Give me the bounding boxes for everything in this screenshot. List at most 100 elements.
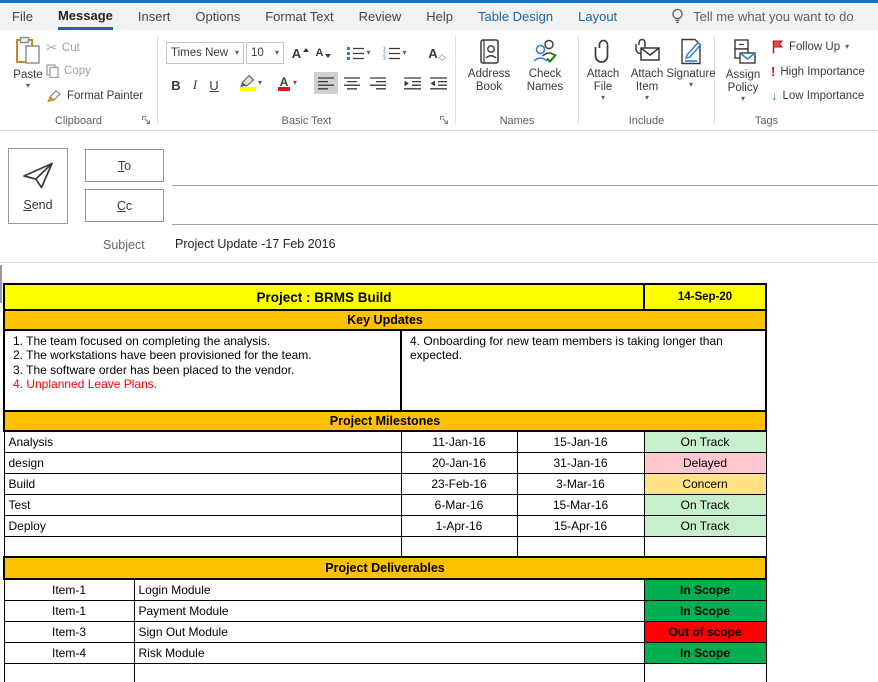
tab-layout[interactable]: Layout [578, 3, 617, 30]
align-right-button[interactable] [366, 72, 390, 94]
deliverable-name-cell[interactable]: Sign Out Module [134, 621, 644, 642]
deliverable-name-cell[interactable]: Risk Module [134, 642, 644, 663]
align-left-button[interactable] [314, 72, 338, 94]
milestone-start-cell[interactable]: 6-Mar-16 [401, 494, 517, 515]
empty-cell[interactable] [644, 663, 766, 682]
highlight-color-button[interactable]: ▾ [234, 72, 266, 94]
to-input[interactable] [172, 185, 878, 186]
empty-cell[interactable] [644, 536, 766, 557]
key-updates-right-cell[interactable]: 4. Onboarding for new team members is ta… [401, 330, 766, 411]
milestone-status-cell[interactable]: On Track [644, 494, 766, 515]
chevron-down-icon: ▾ [26, 82, 30, 90]
milestone-status-cell[interactable]: Concern [644, 473, 766, 494]
deliverable-name-cell[interactable]: Payment Module [134, 600, 644, 621]
deliverables-header-cell[interactable]: Project Deliverables [4, 557, 766, 579]
cc-input[interactable] [172, 224, 878, 225]
empty-cell[interactable] [401, 536, 517, 557]
cc-button[interactable]: Cc [85, 189, 164, 222]
milestone-start-cell[interactable]: 11-Jan-16 [401, 431, 517, 452]
milestone-end-cell[interactable]: 15-Apr-16 [517, 515, 644, 536]
follow-up-button[interactable]: Follow Up ▾ [771, 40, 849, 54]
milestone-end-cell[interactable]: 15-Mar-16 [517, 494, 644, 515]
decrease-indent-button[interactable] [400, 72, 424, 94]
address-book-button[interactable]: Address Book [462, 38, 516, 94]
milestone-start-cell[interactable]: 23-Feb-16 [401, 473, 517, 494]
font-color-button[interactable]: A ▾ [272, 72, 302, 94]
compose-header: Send To Cc Subject Project Update -17 Fe… [0, 131, 878, 263]
subject-input[interactable]: Project Update -17 Feb 2016 [175, 237, 336, 251]
deliverable-status-cell[interactable]: Out of scope [644, 621, 766, 642]
key-updates-left-cell[interactable]: 1. The team focused on completing the an… [4, 330, 401, 411]
check-names-button[interactable]: Check Names [518, 38, 572, 94]
empty-cell[interactable] [134, 663, 644, 682]
to-button[interactable]: To [85, 149, 164, 182]
deliverable-status-cell[interactable]: In Scope [644, 579, 766, 600]
cut-button[interactable]: ✂ Cut [46, 40, 80, 56]
tab-file[interactable]: File [12, 3, 33, 30]
increase-indent-button[interactable] [426, 72, 450, 94]
align-center-button[interactable] [340, 72, 364, 94]
high-importance-button[interactable]: ! High Importance [771, 64, 865, 79]
report-date-cell[interactable]: 14-Sep-20 [644, 284, 766, 310]
milestone-end-cell[interactable]: 15-Jan-16 [517, 431, 644, 452]
empty-cell[interactable] [4, 663, 134, 682]
basic-text-dialog-launcher[interactable] [439, 115, 450, 126]
send-button[interactable]: Send [8, 148, 68, 224]
font-name-combo[interactable]: Times New ▾ [166, 42, 244, 64]
clipboard-dialog-launcher[interactable] [141, 115, 152, 126]
empty-cell[interactable] [517, 536, 644, 557]
signature-button[interactable]: Signature ▾ [669, 38, 713, 89]
milestone-name-cell[interactable]: Analysis [4, 431, 401, 452]
format-painter-button[interactable]: Format Painter [46, 88, 143, 103]
milestones-header-cell[interactable]: Project Milestones [4, 411, 766, 431]
milestone-end-cell[interactable]: 3-Mar-16 [517, 473, 644, 494]
deliverable-status-cell[interactable]: In Scope [644, 600, 766, 621]
shrink-font-button[interactable]: A [313, 42, 334, 64]
underline-button[interactable]: U [206, 74, 222, 96]
tell-me-box[interactable]: Tell me what you want to do [670, 3, 853, 30]
milestone-name-cell[interactable]: Deploy [4, 515, 401, 536]
milestone-status-cell[interactable]: On Track [644, 515, 766, 536]
attach-file-label: Attach File [581, 68, 625, 94]
empty-cell[interactable] [4, 536, 401, 557]
milestone-end-cell[interactable]: 31-Jan-16 [517, 452, 644, 473]
paste-button[interactable]: Paste ▾ [8, 36, 48, 90]
table-row: 1. The team focused on completing the an… [4, 330, 766, 411]
assign-policy-button[interactable]: Assign Policy ▾ [719, 38, 767, 103]
copy-button[interactable]: Copy [46, 64, 91, 78]
tab-help[interactable]: Help [426, 3, 453, 30]
deliverable-item-cell[interactable]: Item-3 [4, 621, 134, 642]
bold-button[interactable]: B [168, 74, 184, 96]
deliverable-name-cell[interactable]: Login Module [134, 579, 644, 600]
grow-font-button[interactable]: A [290, 42, 311, 64]
align-center-icon [344, 77, 360, 90]
tab-review[interactable]: Review [359, 3, 402, 30]
italic-button[interactable]: I [188, 74, 202, 96]
tab-format-text[interactable]: Format Text [265, 3, 333, 30]
deliverable-item-cell[interactable]: Item-4 [4, 642, 134, 663]
milestone-name-cell[interactable]: Test [4, 494, 401, 515]
bullets-button[interactable]: ▾ [344, 42, 374, 64]
report-title-cell[interactable]: Project : BRMS Build [4, 284, 644, 310]
font-size-combo[interactable]: 10 ▾ [246, 42, 284, 64]
tab-table-design[interactable]: Table Design [478, 3, 553, 30]
numbering-button[interactable]: 1 2 3 ▾ [380, 42, 410, 64]
milestone-name-cell[interactable]: Build [4, 473, 401, 494]
milestone-status-cell[interactable]: Delayed [644, 452, 766, 473]
attach-file-button[interactable]: Attach File ▾ [581, 38, 625, 102]
message-body[interactable]: Project : BRMS Build 14-Sep-20 Key Updat… [0, 263, 878, 682]
tab-insert[interactable]: Insert [138, 3, 171, 30]
milestone-start-cell[interactable]: 1-Apr-16 [401, 515, 517, 536]
clear-formatting-button[interactable]: A◇ [420, 42, 446, 64]
key-updates-header-cell[interactable]: Key Updates [4, 310, 766, 330]
milestone-start-cell[interactable]: 20-Jan-16 [401, 452, 517, 473]
low-importance-button[interactable]: ↓ Low Importance [771, 88, 864, 103]
deliverable-item-cell[interactable]: Item-1 [4, 579, 134, 600]
deliverable-status-cell[interactable]: In Scope [644, 642, 766, 663]
attach-item-button[interactable]: Attach Item ▾ [625, 38, 669, 102]
tab-message[interactable]: Message [58, 3, 113, 30]
tab-options[interactable]: Options [195, 3, 240, 30]
deliverable-item-cell[interactable]: Item-1 [4, 600, 134, 621]
milestone-name-cell[interactable]: design [4, 452, 401, 473]
milestone-status-cell[interactable]: On Track [644, 431, 766, 452]
